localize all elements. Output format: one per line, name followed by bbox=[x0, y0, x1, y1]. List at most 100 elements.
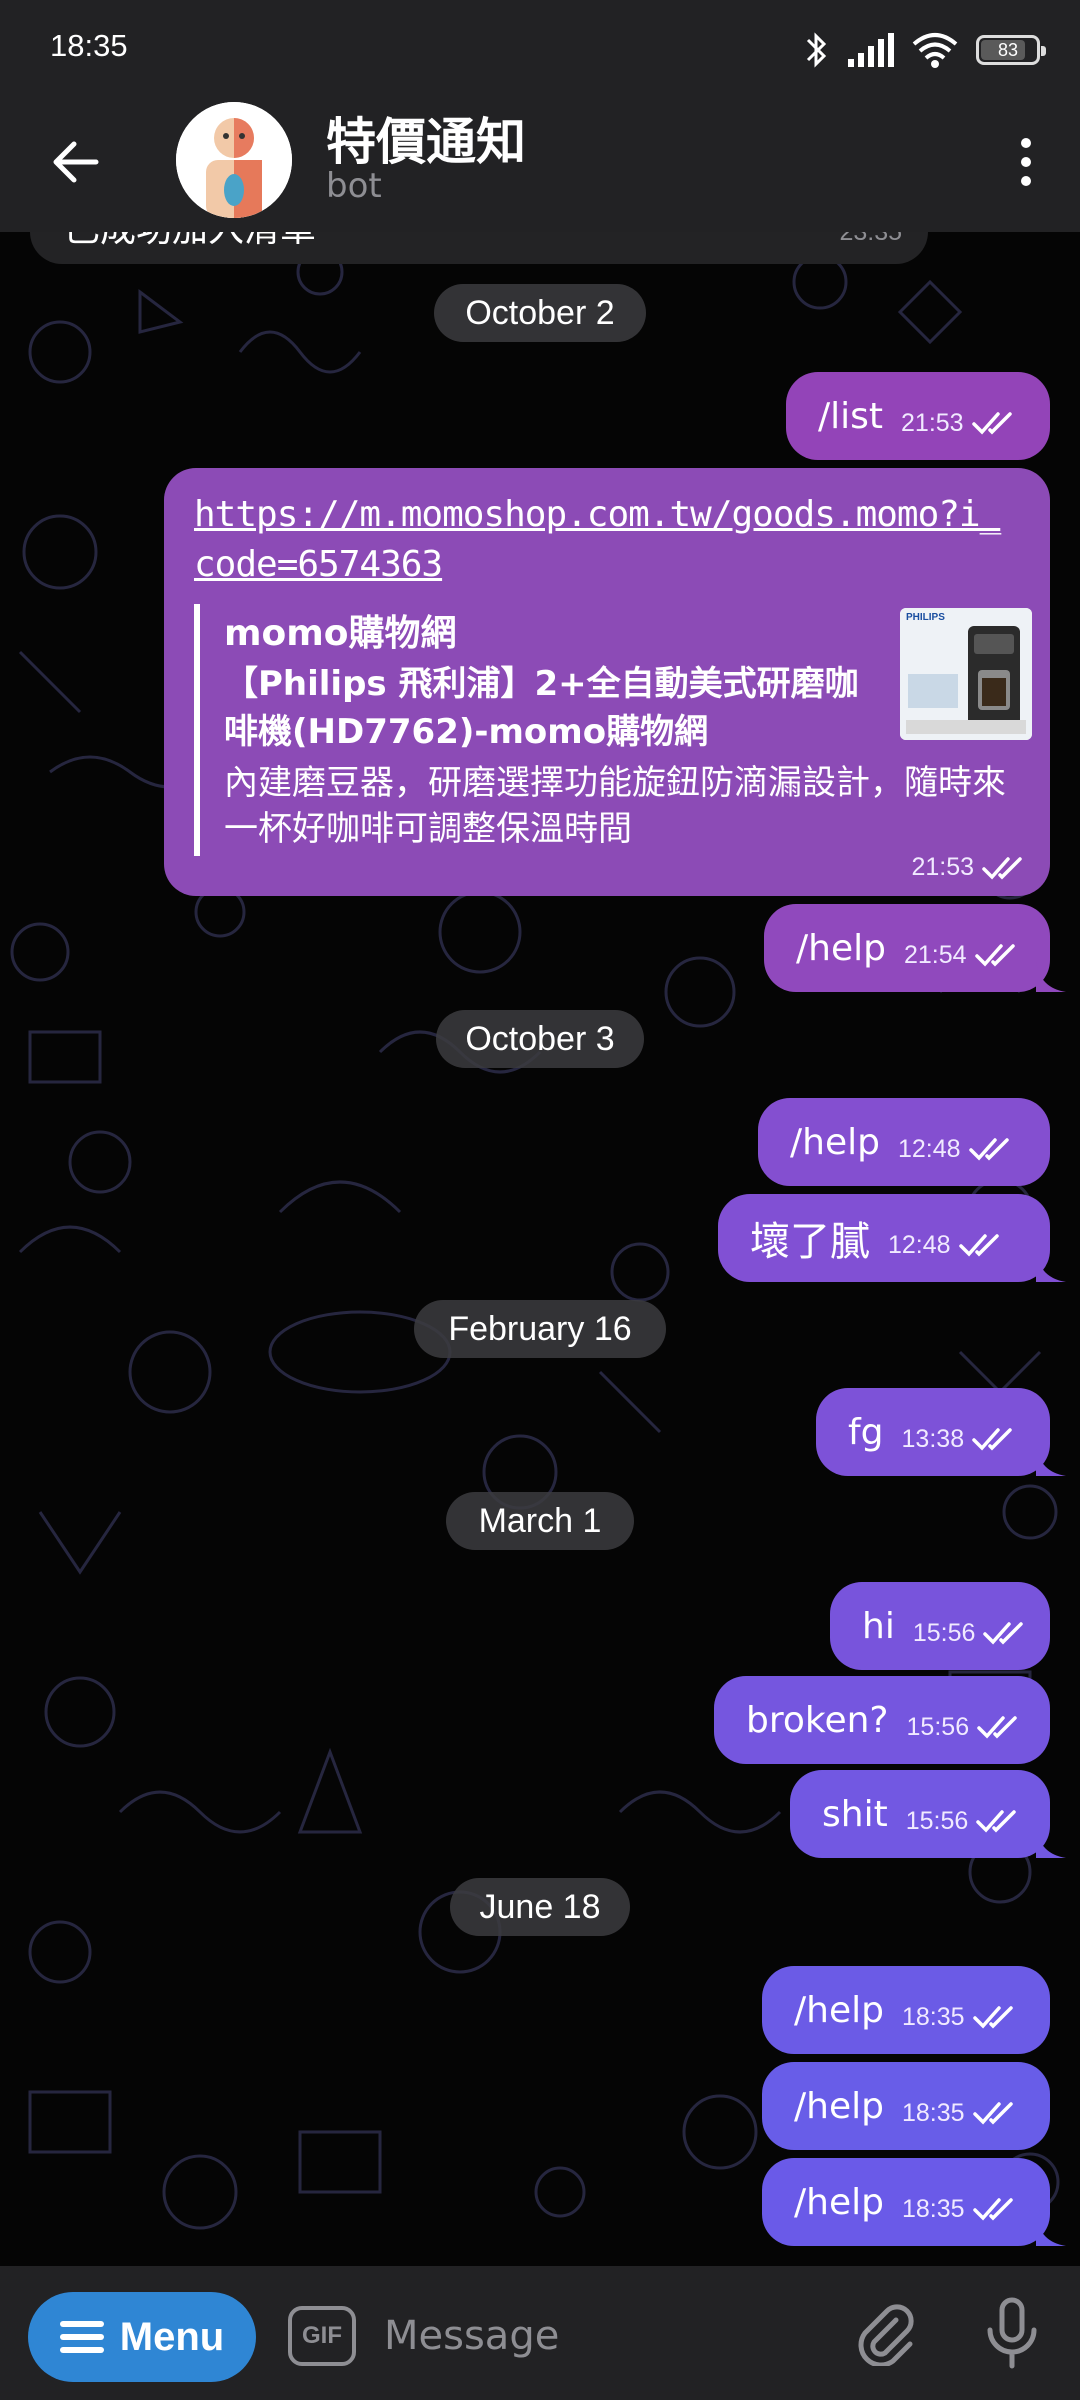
date-separator: March 1 bbox=[446, 1492, 634, 1550]
date-separator: February 16 bbox=[414, 1300, 666, 1358]
message-time: 21:53 bbox=[911, 853, 974, 881]
chat-area[interactable]: 已成功加入清單 23:35 October 2 /list 21:53 http… bbox=[0, 232, 1080, 2266]
double-check-icon bbox=[977, 1716, 1017, 1739]
preview-description: 內建磨豆器，研磨選擇功能旋鈕防滴漏設計，隨時來一杯好咖啡可調整保溫時間 bbox=[224, 763, 1006, 849]
message-bubble[interactable]: hi 15:56 bbox=[830, 1582, 1050, 1670]
link-preview-message[interactable]: https://m.momoshop.com.tw/goods.momo?i_c… bbox=[164, 468, 1050, 896]
signal-icon bbox=[848, 33, 894, 67]
message-meta: 18:35 bbox=[902, 2099, 1019, 2128]
message-time: 15:56 bbox=[912, 1618, 976, 1647]
bubble-tail bbox=[1036, 2216, 1066, 2246]
message-time: 15:56 bbox=[906, 1712, 970, 1741]
message-text: /help bbox=[794, 2181, 884, 2223]
bluetooth-icon bbox=[806, 32, 827, 68]
double-check-icon bbox=[972, 2198, 1013, 2221]
clipped-message[interactable]: 已成功加入清單 23:35 bbox=[30, 232, 928, 264]
message-bubble[interactable]: fg 13:38 bbox=[816, 1388, 1050, 1476]
message-meta: 21:53 bbox=[901, 409, 1018, 438]
message-text: fg bbox=[848, 1411, 884, 1453]
message-time: 18:35 bbox=[901, 2098, 965, 2127]
double-check-icon bbox=[972, 1428, 1012, 1451]
message-text: /help bbox=[794, 2085, 884, 2127]
clipped-message-time: 23:35 bbox=[839, 232, 902, 246]
message-text: /list bbox=[818, 395, 884, 437]
message-bubble[interactable]: broken? 15:56 bbox=[714, 1676, 1050, 1764]
message-time: 21:54 bbox=[903, 940, 967, 969]
message-input[interactable] bbox=[384, 2302, 804, 2370]
message-bubble[interactable]: /help 21:54 bbox=[764, 904, 1050, 992]
message-text: /help bbox=[794, 1989, 884, 2031]
clipped-message-text: 已成功加入清單 bbox=[64, 232, 316, 252]
arrow-left-icon[interactable] bbox=[42, 128, 110, 196]
double-check-icon bbox=[976, 1810, 1017, 1833]
double-check-icon bbox=[974, 944, 1015, 967]
message-text: broken? bbox=[746, 1699, 889, 1741]
message-meta: 18:35 bbox=[902, 2003, 1019, 2032]
message-time: 18:35 bbox=[901, 2002, 965, 2031]
status-bar: 18:35 83 bbox=[0, 0, 1080, 92]
battery-percent: 83 bbox=[997, 39, 1019, 60]
microphone-icon[interactable] bbox=[982, 2296, 1042, 2370]
double-check-icon bbox=[982, 856, 1022, 880]
message-bubble[interactable]: /help 12:48 bbox=[758, 1098, 1050, 1186]
more-vertical-icon[interactable] bbox=[992, 128, 1060, 196]
message-meta: 21:53 bbox=[911, 853, 1028, 882]
message-link[interactable]: https://m.momoshop.com.tw/goods.momo?i_c… bbox=[194, 490, 1020, 590]
avatar[interactable] bbox=[176, 102, 292, 218]
chat-header: 特價通知 bot bbox=[0, 92, 1080, 232]
status-icons: 83 bbox=[804, 30, 1046, 70]
date-separator: October 2 bbox=[434, 284, 646, 342]
preview-thumbnail-brand: PHILIPS bbox=[906, 612, 945, 623]
message-text: shit bbox=[822, 1793, 888, 1835]
message-time: 18:35 bbox=[901, 2194, 965, 2223]
bot-menu-button[interactable]: Menu bbox=[28, 2292, 256, 2382]
message-text: /help bbox=[796, 927, 886, 969]
message-meta: 13:38 bbox=[902, 1425, 1019, 1454]
message-meta: 15:56 bbox=[913, 1619, 1030, 1648]
message-text: /help bbox=[790, 1121, 880, 1163]
double-check-icon bbox=[972, 2102, 1013, 2125]
menu-icon bbox=[59, 2321, 104, 2353]
preview-title: 【Philips 飛利浦】2+全自動美式研磨咖啡機(HD7762)-momo購物… bbox=[224, 664, 859, 752]
message-meta: 15:56 bbox=[907, 1713, 1024, 1742]
status-time: 18:35 bbox=[50, 28, 128, 63]
message-time: 12:48 bbox=[897, 1134, 961, 1163]
message-meta: 18:35 bbox=[902, 2195, 1019, 2224]
double-check-icon bbox=[971, 412, 1012, 435]
message-bubble[interactable]: /list 21:53 bbox=[786, 372, 1050, 460]
message-time: 15:56 bbox=[905, 1806, 969, 1835]
message-meta: 12:48 bbox=[888, 1231, 1005, 1260]
link-preview-card[interactable]: momo購物網 【Philips 飛利浦】2+全自動美式研磨咖啡機(HD7762… bbox=[194, 604, 1032, 856]
composer-bar: Menu GIF bbox=[0, 2266, 1080, 2400]
message-time: 12:48 bbox=[888, 1230, 951, 1259]
anatomy-figure-icon bbox=[176, 102, 292, 218]
bubble-tail bbox=[1036, 962, 1066, 992]
preview-thumbnail[interactable]: PHILIPS bbox=[900, 608, 1032, 740]
menu-button-label: Menu bbox=[119, 2314, 225, 2359]
coffee-machine-image bbox=[900, 608, 1032, 740]
date-separator: June 18 bbox=[450, 1878, 630, 1936]
date-separator: October 3 bbox=[436, 1010, 644, 1068]
message-bubble[interactable]: 壞了膩 12:48 bbox=[718, 1194, 1050, 1282]
gif-icon[interactable]: GIF bbox=[288, 2306, 356, 2366]
message-meta: 15:56 bbox=[906, 1807, 1023, 1836]
chat-subtitle: bot bbox=[326, 166, 382, 206]
message-bubble[interactable]: shit 15:56 bbox=[790, 1770, 1050, 1858]
double-check-icon bbox=[968, 1138, 1009, 1161]
message-time: 13:38 bbox=[901, 1424, 965, 1453]
battery-icon: 83 bbox=[976, 35, 1046, 65]
message-bubble[interactable]: /help 18:35 bbox=[762, 2158, 1050, 2246]
double-check-icon bbox=[972, 2006, 1013, 2029]
double-check-icon bbox=[958, 1234, 999, 1257]
message-time: 21:53 bbox=[901, 408, 964, 437]
bubble-tail bbox=[1036, 1446, 1066, 1476]
double-check-icon bbox=[983, 1622, 1024, 1645]
message-bubble[interactable]: /help 18:35 bbox=[762, 1966, 1050, 2054]
message-text: hi bbox=[862, 1605, 895, 1647]
message-bubble[interactable]: /help 18:35 bbox=[762, 2062, 1050, 2150]
message-meta: 21:54 bbox=[904, 941, 1021, 970]
paperclip-icon[interactable] bbox=[852, 2300, 918, 2366]
chat-title: 特價通知 bbox=[326, 113, 526, 171]
wifi-icon bbox=[912, 33, 958, 68]
message-meta: 12:48 bbox=[898, 1135, 1015, 1164]
